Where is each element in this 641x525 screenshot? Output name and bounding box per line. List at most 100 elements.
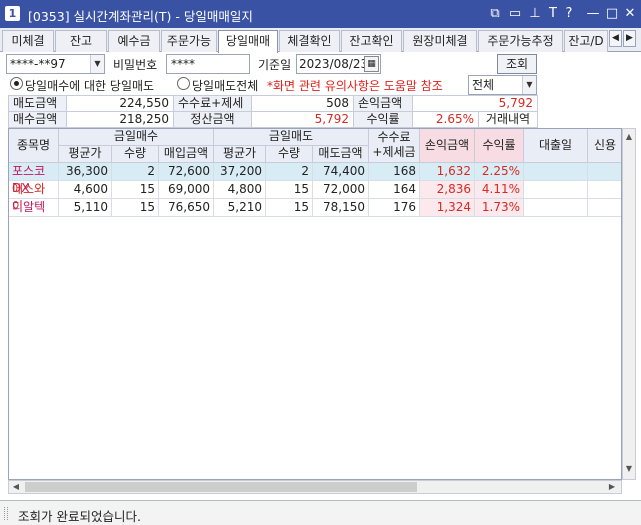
font-size-icon[interactable]: T: [545, 5, 561, 22]
radio-all-sell[interactable]: [177, 77, 190, 90]
settle-value: 5,792: [251, 111, 354, 128]
cell-credit: [588, 163, 621, 181]
cell-sell-qty: 15: [266, 181, 313, 199]
cell-credit: [588, 181, 621, 199]
maximize-button[interactable]: □: [604, 5, 620, 22]
col-fee-header-line2: +제세금: [372, 145, 416, 159]
cell-buy-avg: 36,300: [59, 163, 112, 181]
filter-value: 전체: [472, 78, 495, 92]
link-icon[interactable]: ⧉: [487, 5, 503, 22]
col-buy-qty-header: 수량: [112, 146, 159, 163]
cell-name: 에스와이: [9, 181, 59, 213]
cell-return: 4.11%: [475, 181, 524, 199]
radio-sell-vs-buy[interactable]: [10, 77, 23, 90]
scroll-down-icon[interactable]: ▼: [623, 463, 635, 475]
cell-buy-amt: 69,000: [159, 181, 214, 199]
base-date-field[interactable]: 2023/08/23 ▦: [296, 54, 381, 74]
cell-name: 포스코DX: [9, 163, 59, 195]
scroll-left-icon[interactable]: ◀: [11, 481, 21, 493]
cell-pnl: 1,632: [420, 163, 475, 181]
scroll-up-icon[interactable]: ▲: [623, 131, 635, 143]
filter-select[interactable]: 전체 ▼: [468, 75, 537, 95]
buy-amount-value: 218,250: [66, 111, 174, 128]
cell-sell-amt: 78,150: [313, 199, 369, 217]
col-credit-header: 신용: [588, 129, 621, 163]
col-loan-date-header: 대출일: [524, 129, 588, 163]
help-icon[interactable]: ?: [561, 5, 577, 22]
sell-amount-value: 224,550: [66, 95, 174, 112]
query-form: ****-**97 ▼ 비밀번호 **** 기준일 2023/08/23 ▦ 조…: [0, 53, 641, 75]
cell-return: 1.73%: [475, 199, 524, 217]
tab-next-icon[interactable]: ▶: [623, 30, 636, 47]
cell-buy-avg: 5,110: [59, 199, 112, 217]
tab-bar: 미체결 잔고 예수금 주문가능 당일매매 체결확인 잔고확인 원장미체결 주문가…: [0, 28, 641, 53]
tab-orderable-estimate[interactable]: 주문가능추정: [478, 30, 563, 52]
search-button[interactable]: 조회: [497, 54, 537, 74]
base-date-value: 2023/08/23: [299, 57, 369, 71]
pin-icon[interactable]: ⊥: [527, 5, 543, 22]
buy-amount-label: 매수금액: [8, 111, 67, 128]
col-sell-amt-header: 매도금액: [313, 146, 369, 163]
account-select[interactable]: ****-**97 ▼: [6, 54, 105, 74]
grip-icon: [4, 507, 8, 520]
fee-tax-label: 수수료+제세금: [173, 95, 252, 125]
cell-sell-qty: 15: [266, 199, 313, 217]
cell-pnl: 2,836: [420, 181, 475, 199]
tab-balance-check[interactable]: 잔고확인: [341, 30, 402, 52]
history-button[interactable]: 거래내역: [478, 111, 538, 128]
col-fee-header: 수수료 +제세금: [369, 129, 420, 163]
password-field[interactable]: ****: [166, 54, 250, 74]
fee-tax-value: 508: [251, 95, 354, 112]
radio-sell-vs-buy-label[interactable]: 당일매수에 대한 당일매도: [25, 77, 154, 94]
scroll-right-icon[interactable]: ▶: [607, 481, 617, 493]
horizontal-scrollbar[interactable]: ◀ ▶: [8, 480, 622, 494]
scroll-thumb[interactable]: [25, 482, 417, 492]
cell-sell-avg: 37,200: [214, 163, 266, 181]
cell-buy-qty: 15: [112, 181, 159, 199]
cell-buy-qty: 2: [112, 163, 159, 181]
cell-buy-amt: 76,650: [159, 199, 214, 217]
radio-all-sell-label[interactable]: 당일매도전체: [192, 77, 258, 94]
cell-fee: 164: [369, 181, 420, 199]
cell-loan-date: [524, 163, 588, 181]
cell-fee: 168: [369, 163, 420, 181]
tab-fill-check[interactable]: 체결확인: [279, 30, 340, 52]
tab-balance[interactable]: 잔고: [55, 30, 107, 52]
copy-icon[interactable]: ▭: [507, 5, 523, 22]
chevron-down-icon[interactable]: ▼: [90, 55, 104, 73]
minimize-button[interactable]: —: [585, 5, 601, 22]
account-value: ****-**97: [10, 57, 66, 71]
col-buy-avg-header: 평균가: [59, 146, 112, 163]
tab-unfilled[interactable]: 미체결: [2, 30, 54, 52]
calendar-icon[interactable]: ▦: [364, 56, 379, 72]
close-button[interactable]: ✕: [622, 5, 638, 22]
notice-text: *화면 관련 유의사항은 도움말 참조: [267, 79, 443, 93]
cell-sell-qty: 2: [266, 163, 313, 181]
tab-prev-icon[interactable]: ◀: [609, 30, 622, 47]
tab-daily-trade[interactable]: 당일매매: [218, 30, 278, 53]
chevron-down-icon[interactable]: ▼: [522, 76, 536, 94]
pnl-value: 5,792: [412, 95, 538, 112]
window-title: [0353] 실시간계좌관리(T) - 당일매매일지: [28, 9, 253, 24]
group-buy-header: 금일매수: [59, 129, 214, 146]
col-return-header: 수익률: [475, 129, 524, 163]
return-label: 수익률: [353, 111, 413, 128]
password-label: 비밀번호: [113, 58, 158, 72]
tab-ledger-unfilled[interactable]: 원장미체결: [403, 30, 477, 52]
cell-pnl: 1,324: [420, 199, 475, 217]
cell-sell-amt: 74,400: [313, 163, 369, 181]
cell-credit: [588, 199, 621, 217]
cell-buy-avg: 4,600: [59, 181, 112, 199]
tab-orderable[interactable]: 주문가능: [161, 30, 217, 52]
vertical-scrollbar[interactable]: ▲ ▼: [622, 128, 636, 480]
tab-balance-d[interactable]: 잔고/D: [564, 30, 608, 52]
base-date-label: 기준일: [258, 58, 292, 72]
cell-loan-date: [524, 181, 588, 199]
tab-deposit[interactable]: 예수금: [108, 30, 160, 52]
window-number-badge: 1: [5, 6, 20, 21]
pnl-label: 손익금액: [353, 95, 413, 112]
col-buy-amt-header: 매입금액: [159, 146, 214, 163]
settle-label: 정산금액: [173, 111, 252, 128]
cell-buy-qty: 15: [112, 199, 159, 217]
title-bar: 1 [0353] 실시간계좌관리(T) - 당일매매일지 ⧉ ▭ ⊥ T ? —…: [0, 0, 641, 28]
